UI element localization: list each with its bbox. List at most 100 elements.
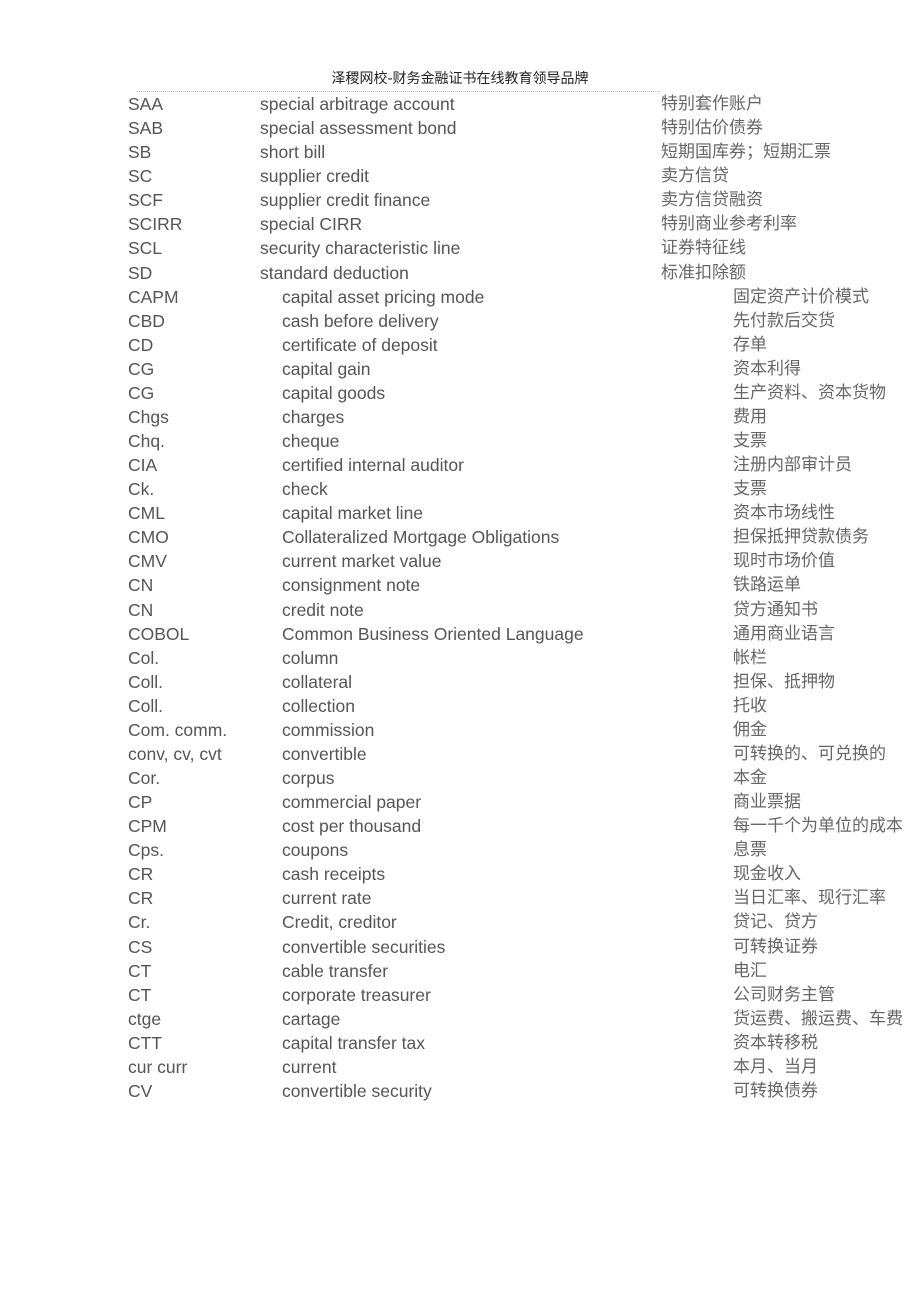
english-term: capital market line	[282, 503, 424, 524]
glossary-row: cur curr current 本月、当月	[0, 1055, 920, 1079]
glossary-row: SD standard deduction 标准扣除额	[0, 261, 920, 285]
english-term: security characteristic line	[260, 238, 461, 259]
english-term: certified internal auditor	[282, 455, 464, 476]
english-term: current rate	[282, 888, 372, 909]
abbreviation: Chgs	[128, 406, 169, 427]
chinese-translation: 证券特征线	[661, 238, 746, 259]
chinese-translation: 商业票据	[733, 792, 801, 812]
glossary-row: SAA special arbitrage account 特别套作账户	[0, 92, 920, 116]
abbreviation: CS	[128, 936, 153, 957]
glossary-row: CN credit note 贷方通知书	[0, 598, 920, 622]
abbreviation: Coll.	[128, 695, 164, 716]
english-term: convertible	[282, 743, 367, 764]
english-term: cash receipts	[282, 864, 386, 885]
abbreviation: SAA	[128, 94, 164, 114]
abbreviation: ctge	[128, 1008, 162, 1029]
abbreviation: CTT	[128, 1032, 163, 1053]
chinese-translation: 公司财务主管	[733, 984, 835, 1005]
glossary-row: SC supplier credit 卖方信贷	[0, 164, 920, 188]
chinese-translation: 现时市场价值	[733, 551, 835, 572]
chinese-translation: 本月、当月	[733, 1056, 818, 1077]
english-term: supplier credit finance	[260, 190, 431, 211]
glossary-row: SAB special assessment bond 特别估价债券	[0, 116, 920, 140]
english-term: current	[282, 1056, 337, 1077]
abbreviation: CG	[128, 382, 155, 403]
abbreviation: CN	[128, 575, 154, 596]
abbreviation: Coll.	[128, 671, 164, 692]
abbreviation: Cps.	[128, 840, 164, 861]
english-term: commission	[282, 719, 375, 740]
glossary-row: SB short bill 短期国库券；短期汇票	[0, 140, 920, 164]
abbreviation: CR	[128, 864, 154, 885]
abbreviation: CPM	[128, 816, 167, 837]
glossary-row: Cor. corpus 本金	[0, 766, 920, 790]
glossary-row: SCF supplier credit finance 卖方信贷融资	[0, 188, 920, 212]
abbreviation: SD	[128, 262, 153, 283]
chinese-translation: 注册内部审计员	[733, 455, 852, 476]
abbreviation: COBOL	[128, 623, 190, 644]
glossary-row: Cr. Credit, creditor 贷记、贷方	[0, 910, 920, 934]
glossary-row: ctge cartage 货运费、搬运费、车费	[0, 1007, 920, 1031]
glossary-row: CN consignment note 铁路运单	[0, 573, 920, 597]
english-term: convertible securities	[282, 936, 446, 957]
english-term: capital asset pricing mode	[282, 286, 485, 307]
english-term: collateral	[282, 671, 353, 692]
glossary-row: CPM cost per thousand 每一千个为单位的成本	[0, 814, 920, 838]
abbreviation: CV	[128, 1080, 153, 1101]
english-term: credit note	[282, 599, 364, 620]
abbreviation: CBD	[128, 310, 165, 331]
glossary-row: CD certificate of deposit 存单	[0, 333, 920, 357]
glossary-row: Chgs charges 费用	[0, 405, 920, 429]
english-term: supplier credit	[260, 166, 369, 187]
chinese-translation: 可转换的、可兑换的	[733, 743, 886, 764]
glossary-row: CR current rate 当日汇率、现行汇率	[0, 886, 920, 910]
abbreviation: CR	[128, 888, 154, 909]
english-term: short bill	[260, 142, 326, 163]
glossary-row: conv, cv, cvt convertible 可转换的、可兑换的	[0, 742, 920, 766]
abbreviation: Com. comm.	[128, 719, 228, 740]
glossary-row: SCIRR special CIRR 特别商业参考利率	[0, 212, 920, 236]
abbreviation: SB	[128, 142, 152, 163]
english-term: Credit, creditor	[282, 912, 397, 933]
abbreviation: SCIRR	[128, 214, 183, 235]
english-term: capital transfer tax	[282, 1032, 425, 1053]
chinese-translation: 标准扣除额	[661, 262, 746, 283]
glossary-row: Cps. coupons 息票	[0, 838, 920, 862]
english-term: special assessment bond	[260, 118, 457, 139]
english-term: Common Business Oriented Language	[282, 623, 584, 644]
chinese-translation: 特别估价债券	[661, 118, 763, 139]
abbreviation: CIA	[128, 455, 158, 476]
english-term: special arbitrage account	[260, 94, 455, 114]
glossary-row: CG capital goods 生产资料、资本货物	[0, 381, 920, 405]
chinese-translation: 货运费、搬运费、车费	[733, 1008, 903, 1029]
chinese-translation: 短期国库券；短期汇票	[661, 142, 831, 163]
abbreviation: Chq.	[128, 431, 165, 451]
chinese-translation: 特别商业参考利率	[661, 214, 797, 235]
abbreviation: CAPM	[128, 286, 179, 307]
chinese-translation: 托收	[733, 695, 767, 716]
english-term: current market value	[282, 551, 442, 572]
chinese-translation: 固定资产计价模式	[733, 286, 869, 307]
abbreviation: conv, cv, cvt	[128, 743, 222, 764]
english-term: standard deduction	[260, 262, 409, 283]
abbreviation: CT	[128, 984, 152, 1005]
chinese-translation: 贷记、贷方	[733, 912, 818, 933]
chinese-translation: 卖方信贷融资	[661, 190, 763, 211]
chinese-translation: 存单	[733, 334, 767, 355]
abbreviation: SCF	[128, 190, 163, 211]
abbreviation: Ck.	[128, 479, 155, 500]
glossary-row: CAPM capital asset pricing mode 固定资产计价模式	[0, 285, 920, 309]
abbreviation: CMV	[128, 551, 167, 572]
chinese-translation: 费用	[733, 406, 767, 427]
chinese-translation: 息票	[733, 840, 767, 861]
glossary-row: CS convertible securities 可转换证券	[0, 935, 920, 959]
glossary-row: CT corporate treasurer 公司财务主管	[0, 983, 920, 1007]
chinese-translation: 资本转移税	[733, 1032, 818, 1053]
abbreviation: Col.	[128, 647, 160, 668]
chinese-translation: 卖方信贷	[661, 166, 729, 187]
english-term: coupons	[282, 840, 349, 861]
english-term: corporate treasurer	[282, 984, 431, 1005]
chinese-translation: 每一千个为单位的成本	[733, 816, 903, 837]
chinese-translation: 担保、抵押物	[733, 671, 835, 692]
chinese-translation: 佣金	[733, 719, 767, 740]
